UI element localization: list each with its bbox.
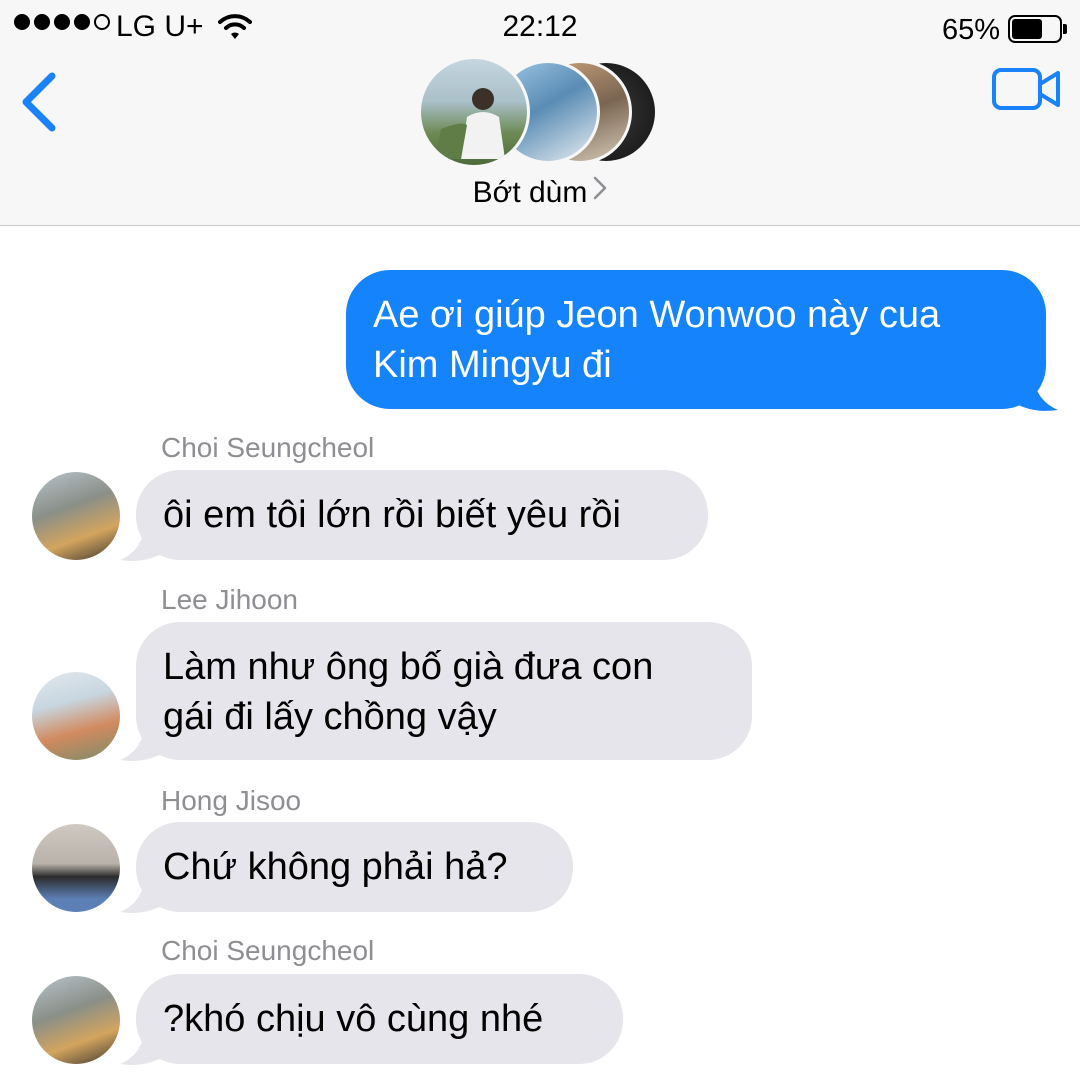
group-name: Bớt dùm bbox=[472, 176, 588, 209]
sender-name: Choi Seungcheol bbox=[161, 432, 375, 463]
sender-avatar[interactable] bbox=[32, 672, 120, 760]
chevron-right-icon bbox=[594, 176, 607, 200]
sender-name: Hong Jisoo bbox=[161, 785, 302, 816]
bubble-tail bbox=[1010, 370, 1058, 411]
sender-name: Choi Seungcheol bbox=[161, 935, 375, 966]
message-bubble-outgoing[interactable]: Ae ơi giúp Jeon Wonwoo này cua Kim Mingy… bbox=[346, 270, 1046, 409]
message-line: ?khó chịu vô cùng nhé bbox=[163, 998, 544, 1040]
message-bubble-incoming[interactable]: ?khó chịu vô cùng nhé bbox=[136, 974, 623, 1064]
member-avatar bbox=[418, 56, 530, 168]
message-line: Làm như ông bố già đưa con bbox=[163, 646, 654, 688]
sender-avatar[interactable] bbox=[32, 976, 120, 1064]
battery-fill bbox=[1012, 19, 1042, 39]
sender-avatar[interactable] bbox=[32, 472, 120, 560]
conversation-header: Bớt dùm bbox=[0, 56, 1080, 226]
message-line: gái đi lấy chồng vậy bbox=[163, 696, 497, 738]
group-avatar-stack[interactable] bbox=[418, 56, 663, 168]
sender-avatar[interactable] bbox=[32, 824, 120, 912]
clock: 22:12 bbox=[502, 10, 578, 43]
message-bubble-incoming[interactable]: Làm như ông bố già đưa con gái đi lấy ch… bbox=[136, 622, 752, 760]
message-line: Kim Mingyu đi bbox=[373, 344, 612, 386]
chevron-left-icon[interactable] bbox=[16, 64, 66, 134]
message-line: Ae ơi giúp Jeon Wonwoo này cua bbox=[373, 294, 941, 336]
message-bubble-incoming[interactable]: Chứ không phải hả? bbox=[136, 822, 573, 912]
battery-icon bbox=[1008, 15, 1068, 45]
battery-percentage: 65% bbox=[942, 14, 1001, 46]
status-bar: LG U+ 22:12 65% bbox=[0, 0, 1080, 56]
sender-name: Lee Jihoon bbox=[161, 584, 299, 615]
message-bubble-incoming[interactable]: ôi em tôi lớn rồi biết yêu rồi bbox=[136, 470, 708, 560]
message-line: Chứ không phải hả? bbox=[163, 846, 508, 888]
video-camera-icon[interactable] bbox=[990, 64, 1062, 114]
group-name-button[interactable]: Bớt dùm bbox=[0, 176, 1080, 210]
message-line: ôi em tôi lớn rồi biết yêu rồi bbox=[163, 494, 621, 536]
